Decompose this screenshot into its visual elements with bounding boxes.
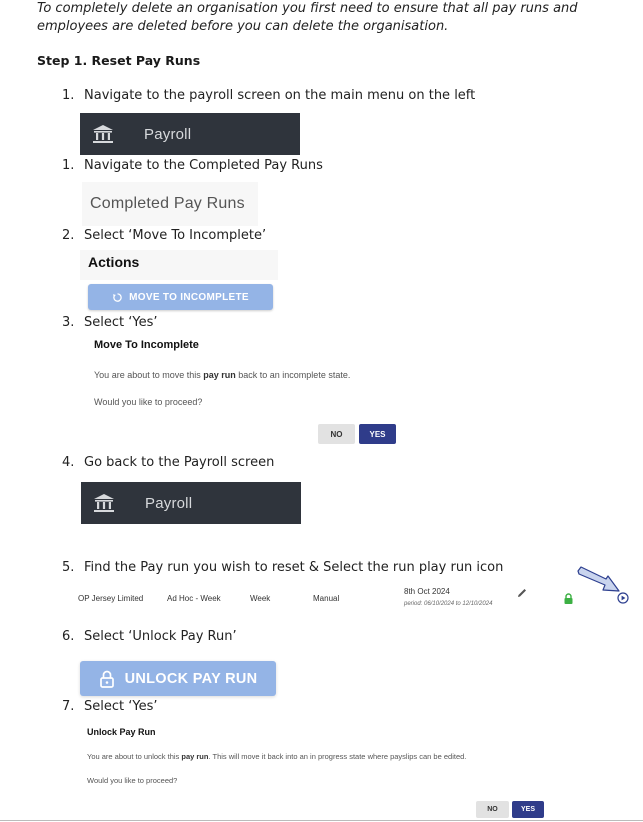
step-text: Select ‘Unlock Pay Run’ xyxy=(84,629,237,644)
refresh-icon xyxy=(113,292,122,302)
step-heading: Step 1. Reset Pay Runs xyxy=(37,53,201,68)
move-to-incomplete-button[interactable]: MOVE TO INCOMPLETE xyxy=(88,284,273,310)
unlock-dialog-message: You are about to unlock this pay run. Th… xyxy=(87,752,466,761)
step-item: 6. Select ‘Unlock Pay Run’ xyxy=(62,629,237,644)
completed-pay-runs-label: Completed Pay Runs xyxy=(90,195,245,212)
step-number: 3. xyxy=(62,315,75,330)
payroll-label: Payroll xyxy=(145,494,193,512)
pay-run-period: period: 06/10/2024 to 12/10/2024 xyxy=(404,601,493,607)
payroll-menu-item[interactable]: Payroll xyxy=(80,113,300,155)
step-number: 5. xyxy=(62,560,75,575)
unlock-dialog-text-post: . This will move it back into an in prog… xyxy=(208,752,467,761)
step-text: Find the Pay run you wish to reset & Sel… xyxy=(84,560,504,575)
step-text: Go back to the Payroll screen xyxy=(84,455,275,470)
unlock-dialog-no-button[interactable]: NO xyxy=(476,801,509,818)
step-text: Select ‘Move To Incomplete’ xyxy=(84,228,267,243)
step-item: 2. Select ‘Move To Incomplete’ xyxy=(62,228,266,243)
intro-text: To completely delete an organisation you… xyxy=(37,1,578,34)
pay-run-company: OP Jersey Limited xyxy=(78,594,144,603)
step-text: Navigate to the Completed Pay Runs xyxy=(84,158,323,173)
bank-icon xyxy=(94,494,114,512)
step-number: 7. xyxy=(62,699,75,714)
unlock-dialog-text-pre: You are about to unlock this xyxy=(87,752,182,761)
move-dialog-text-pre: You are about to move this xyxy=(94,370,204,380)
unlock-dialog-yes-button[interactable]: YES xyxy=(512,801,544,818)
unlock-pay-run-button[interactable]: UNLOCK PAY RUN xyxy=(80,661,276,696)
step-text: Select ‘Yes’ xyxy=(84,315,158,330)
step-item: 4. Go back to the Payroll screen xyxy=(62,455,274,470)
move-to-incomplete-label: MOVE TO INCOMPLETE xyxy=(129,291,249,303)
completed-pay-runs-tab[interactable]: Completed Pay Runs xyxy=(82,182,258,226)
step-number: 6. xyxy=(62,629,75,644)
pay-run-frequency: Week xyxy=(250,594,271,603)
step-number: 1. xyxy=(62,88,75,103)
pay-run-mode: Manual xyxy=(313,594,340,603)
move-dialog-text-bold: pay run xyxy=(203,370,236,380)
bank-icon xyxy=(93,125,113,143)
payroll-menu-item[interactable]: Payroll xyxy=(81,482,301,524)
step-item: 1. Navigate to the payroll screen on the … xyxy=(62,88,475,103)
step-number: 2. xyxy=(62,228,75,243)
step-text: Navigate to the payroll screen on the ma… xyxy=(84,88,476,103)
step-number: 1. xyxy=(62,158,75,173)
move-dialog-yes-button[interactable]: YES xyxy=(359,424,396,444)
actions-heading: Actions xyxy=(88,254,140,270)
move-dialog-question: Would you like to proceed? xyxy=(94,397,203,407)
actions-panel: Actions xyxy=(80,250,278,280)
step-item: 1. Navigate to the Completed Pay Runs xyxy=(62,158,323,173)
unlock-dialog-question: Would you like to proceed? xyxy=(87,776,178,785)
step-number: 4. xyxy=(62,455,75,470)
step-item: 5. Find the Pay run you wish to reset & S… xyxy=(62,560,503,575)
step-item: 7. Select ‘Yes’ xyxy=(62,699,158,714)
page-divider xyxy=(0,820,643,821)
arrow-icon xyxy=(577,566,620,592)
unlock-dialog-title: Unlock Pay Run xyxy=(87,727,156,737)
move-dialog-no-button[interactable]: NO xyxy=(318,424,355,444)
pay-run-type: Ad Hoc - Week xyxy=(167,594,221,603)
payroll-label: Payroll xyxy=(144,125,192,143)
unlock-icon xyxy=(99,670,114,688)
lock-icon xyxy=(564,593,573,604)
move-dialog-text-post: back to an incomplete state. xyxy=(235,370,351,380)
move-dialog-title: Move To Incomplete xyxy=(94,339,199,351)
edit-pencil-icon[interactable] xyxy=(516,587,528,599)
pay-run-row[interactable]: OP Jersey Limited Ad Hoc - Week Week Man… xyxy=(78,584,643,614)
unlock-dialog-text-bold: pay run xyxy=(181,752,209,761)
move-dialog-message: You are about to move this pay run back … xyxy=(94,370,350,380)
step-text: Select ‘Yes’ xyxy=(84,699,158,714)
step-item: 3. Select ‘Yes’ xyxy=(62,315,158,330)
pay-run-date: 8th Oct 2024 xyxy=(404,587,450,596)
unlock-pay-run-label: UNLOCK PAY RUN xyxy=(124,670,258,687)
